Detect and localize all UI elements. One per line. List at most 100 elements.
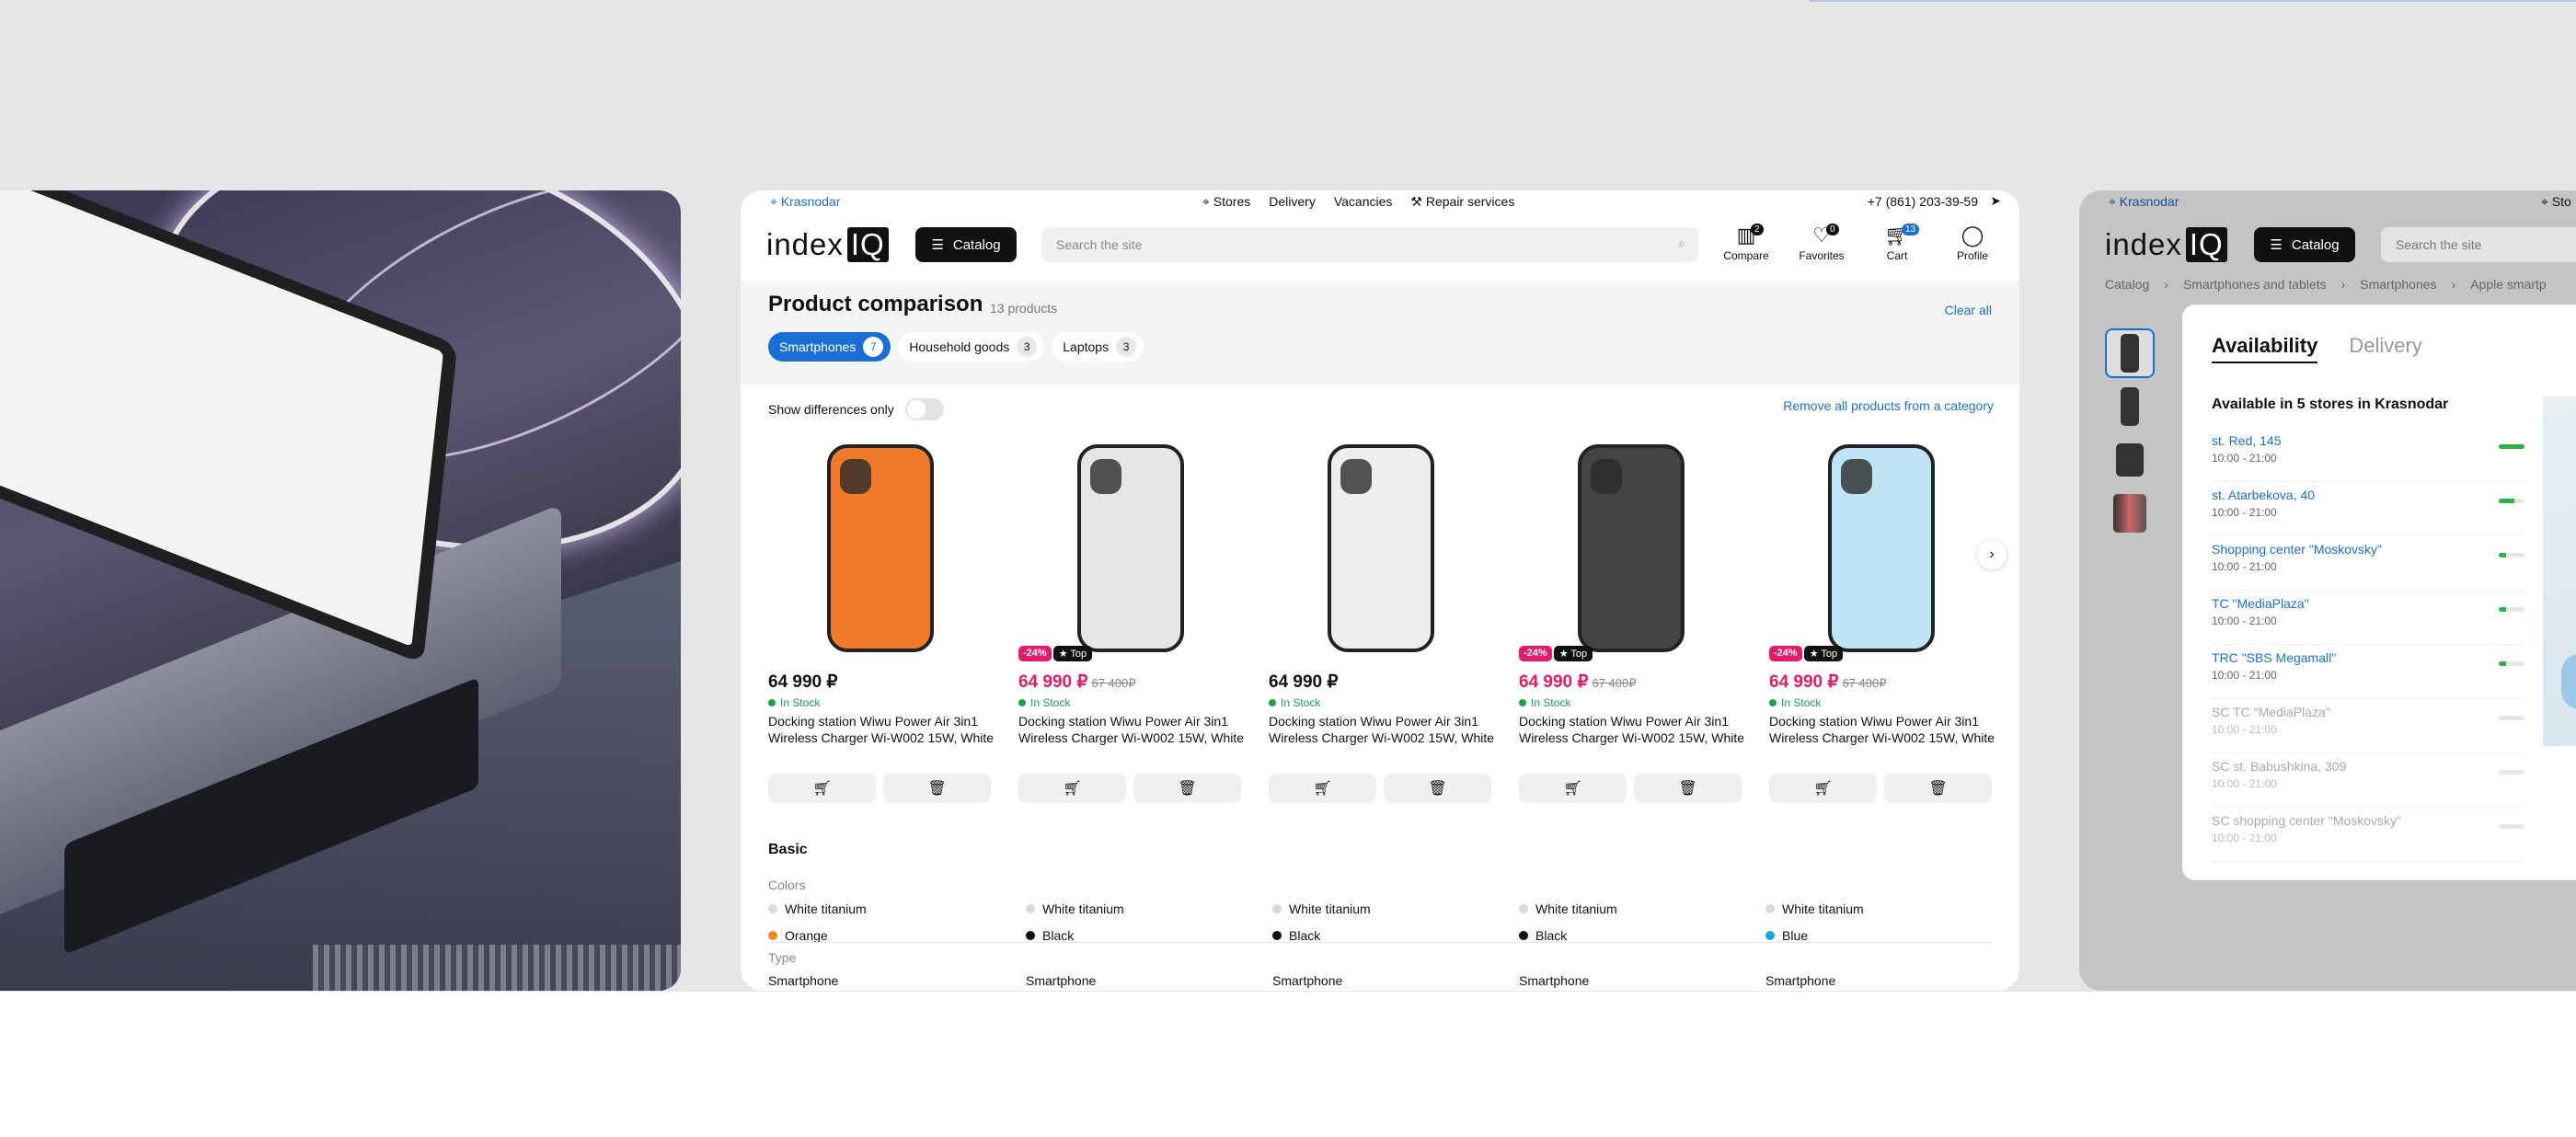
logo[interactable]: index IQ (766, 227, 889, 262)
store-name[interactable]: st. Red, 145 (2212, 433, 2524, 448)
remove-category-link[interactable]: Remove all products from a category (1783, 398, 1994, 413)
tab-laptops[interactable]: Laptops 3 (1052, 332, 1144, 362)
color-dot (768, 931, 777, 940)
breadcrumb-item[interactable]: Smartphones (2360, 277, 2436, 292)
city-selector[interactable]: ⌖ Krasnodar (2109, 194, 2179, 210)
util-link-stores[interactable]: ⌖ Sto (2541, 194, 2571, 210)
product-image[interactable] (1519, 439, 1742, 656)
delete-button[interactable]: 🗑︎ (1133, 774, 1241, 803)
search-input[interactable]: Search the site ⌕ (1041, 227, 1698, 262)
catalog-label: Catalog (952, 236, 1001, 253)
logo-iq: IQ (2185, 227, 2227, 262)
store-item[interactable]: TRC "SBS Megamall" 10:00 - 21:00 (2212, 645, 2524, 699)
store-item[interactable]: st. Red, 145 10:00 - 21:00 (2212, 428, 2524, 482)
differences-toggle-row: Show differences only (768, 398, 944, 420)
store-item[interactable]: Shopping center "Moskovsky" 10:00 - 21:0… (2212, 536, 2524, 591)
delete-button[interactable]: 🗑︎ (1384, 774, 1491, 803)
store-name[interactable]: st. Atarbekova, 40 (2212, 488, 2524, 502)
store-item[interactable]: st. Atarbekova, 40 10:00 - 21:00 (2212, 482, 2524, 536)
product-image[interactable] (768, 439, 991, 656)
cart-button[interactable]: 🛒︎ 13 Cart (1867, 224, 1927, 262)
tab-availability[interactable]: Availability (2212, 334, 2318, 363)
util-link-repair[interactable]: ⚒ Repair services (1410, 194, 1514, 210)
store-name[interactable]: TC "MediaPlaza" (2212, 596, 2524, 611)
delete-button[interactable]: 🗑︎ (1634, 774, 1742, 803)
color-name: White titanium (1782, 902, 1864, 916)
product-name[interactable]: Docking station Wiwu Power Air 3in1 Wire… (1769, 713, 1999, 746)
store-item[interactable]: SC TC "MediaPlaza" 10:00 - 21:00 (2212, 699, 2524, 753)
chevron-right-icon: › (2451, 277, 2456, 292)
store-map[interactable] (2543, 396, 2576, 746)
breadcrumb: Catalog › Smartphones and tablets › Smartp… (2105, 277, 2547, 292)
product-name[interactable]: Docking station Wiwu Power Air 3in1 Wire… (1018, 713, 1248, 746)
add-to-cart-button[interactable]: 🛒︎ (768, 774, 876, 803)
color-name: Black (1289, 928, 1321, 943)
comparison-page: ⌖ Krasnodar ⌖ Stores Delivery Vacancies … (741, 190, 2019, 991)
store-item[interactable]: TC "MediaPlaza" 10:00 - 21:00 (2212, 591, 2524, 645)
store-item[interactable]: SC st. Babushkina, 309 10:00 - 21:00 (2212, 753, 2524, 808)
thumbnail[interactable] (2105, 488, 2155, 538)
product-name[interactable]: Docking station Wiwu Power Air 3in1 Wire… (768, 713, 998, 746)
add-to-cart-button[interactable]: 🛒︎ (1519, 774, 1627, 803)
product-badges: -24% ★ Top (1769, 646, 1844, 661)
tab-smartphones[interactable]: Smartphones 7 (768, 332, 891, 362)
thumbnail[interactable] (2105, 435, 2155, 485)
add-to-cart-button[interactable]: 🛒︎ (1018, 774, 1126, 803)
colors-row-2: Orange Black Black Black Blue (768, 928, 1992, 947)
color-cell: Black (1519, 928, 1567, 943)
delete-button[interactable]: 🗑︎ (1884, 774, 1992, 803)
phone-number[interactable]: +7 (861) 203-39-59 (1868, 194, 1978, 209)
logo[interactable]: index IQ (2105, 227, 2227, 262)
store-hours: 10:00 - 21:00 (2212, 560, 2277, 573)
product-price: 64 990 ₽ (1269, 672, 1338, 693)
util-link-delivery[interactable]: Delivery (1269, 194, 1316, 210)
thumbnail[interactable] (2105, 328, 2155, 378)
type-cell: Smartphone (1026, 973, 1097, 988)
breadcrumb-item[interactable]: Smartphones and tablets (2183, 277, 2327, 292)
product-list: 64 990 ₽ In Stock Docking station Wiwu Pow… (768, 439, 1995, 803)
store-item[interactable]: SC shopping center "Moskovsky" 10:00 - 2… (2212, 808, 2524, 862)
util-link-stores[interactable]: ⌖ Stores (1202, 194, 1250, 210)
tab-household-goods[interactable]: Household goods 3 (898, 332, 1045, 362)
store-name[interactable]: SC shopping center "Moskovsky" (2212, 813, 2524, 828)
search-icon[interactable]: ⌕ (1678, 235, 1685, 251)
logo-iq: IQ (846, 227, 889, 262)
next-arrow-icon[interactable]: › (1977, 540, 2007, 569)
product-price: 64 990 ₽ (768, 672, 837, 693)
store-name[interactable]: SC TC "MediaPlaza" (2212, 705, 2524, 719)
breadcrumb-item[interactable]: Apple smartp (2470, 277, 2546, 292)
catalog-button[interactable]: ☰ Catalog (915, 227, 1017, 262)
stock-status: In Stock (1269, 696, 1320, 709)
city-selector[interactable]: ⌖ Krasnodar (770, 194, 840, 210)
product-image[interactable] (1769, 439, 1992, 656)
profile-button[interactable]: ◯ Profile (1942, 224, 2003, 262)
delete-button[interactable]: 🗑︎ (883, 774, 991, 803)
product-actions: 🛒︎ 🗑︎ (1269, 774, 1491, 803)
add-to-cart-button[interactable]: 🛒︎ (1269, 774, 1376, 803)
color-cell: Orange (768, 928, 828, 943)
store-name[interactable]: Shopping center "Moskovsky" (2212, 542, 2524, 557)
favorites-button[interactable]: ♡ 0 Favorites (1791, 224, 1852, 262)
add-to-cart-button[interactable]: 🛒︎ (1769, 774, 1877, 803)
product-name[interactable]: Docking station Wiwu Power Air 3in1 Wire… (1519, 713, 1749, 746)
gallery-thumbnails (2105, 328, 2155, 542)
store-hours: 10:00 - 21:00 (2212, 832, 2277, 844)
util-link-vacancies[interactable]: Vacancies (1334, 194, 1393, 210)
chevron-right-icon: › (2340, 277, 2346, 292)
tab-delivery[interactable]: Delivery (2349, 334, 2421, 363)
differences-toggle[interactable] (904, 398, 944, 420)
compare-button[interactable]: ▥ 2 Compare (1716, 224, 1777, 262)
store-name[interactable]: TRC "SBS Megamall" (2212, 650, 2524, 665)
store-name[interactable]: SC st. Babushkina, 309 (2212, 759, 2524, 774)
catalog-button[interactable]: ☰ Catalog (2254, 227, 2355, 262)
tab-count: 7 (863, 337, 884, 357)
type-cell: Smartphone (1272, 973, 1343, 988)
breadcrumb-item[interactable]: Catalog (2105, 277, 2149, 292)
search-input[interactable]: Search the site (2381, 227, 2576, 262)
clear-all-link[interactable]: Clear all (1945, 303, 1992, 317)
telegram-icon[interactable]: ➤ (1990, 193, 2001, 209)
product-name[interactable]: Docking station Wiwu Power Air 3in1 Wire… (1269, 713, 1499, 746)
product-image[interactable] (1269, 439, 1491, 656)
product-image[interactable] (1018, 439, 1241, 656)
thumbnail[interactable] (2105, 382, 2155, 431)
